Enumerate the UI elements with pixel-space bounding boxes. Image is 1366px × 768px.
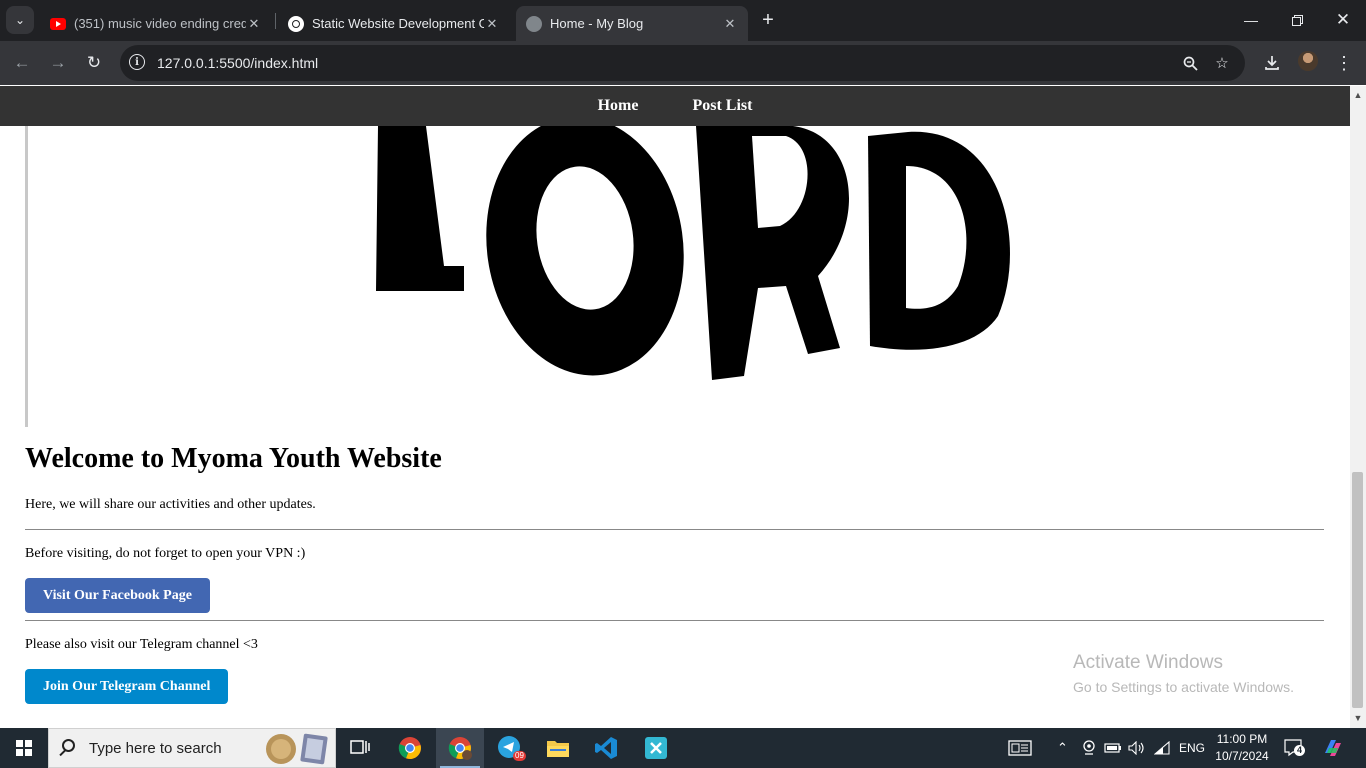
volume-icon — [1128, 741, 1144, 755]
show-hidden-icons-button[interactable]: ⌃ — [1057, 728, 1068, 768]
tray-battery-icon[interactable] — [1104, 728, 1122, 768]
watermark-title: Activate Windows — [1073, 652, 1223, 673]
browser-tab-strip: ⌄ (351) music video ending credit ✕ Stat… — [0, 0, 1366, 41]
tab-my-blog[interactable]: Home - My Blog ✕ — [516, 6, 748, 41]
vpn-note: Before visiting, do not forget to open y… — [25, 546, 306, 561]
back-button[interactable]: ← — [8, 49, 36, 77]
task-view-button[interactable] — [336, 728, 384, 768]
site-info-icon[interactable]: i — [129, 54, 145, 70]
clock-date: 10/7/2024 — [1215, 749, 1269, 763]
divider — [25, 620, 1324, 621]
app-x-icon — [645, 737, 667, 759]
forward-button[interactable]: → — [44, 49, 72, 77]
wifi-icon — [1154, 741, 1170, 755]
tab-title: Static Website Development Gu — [312, 16, 484, 31]
restore-icon — [1291, 14, 1303, 26]
site-navbar: Home Post List — [0, 86, 1350, 126]
globe-icon — [526, 15, 542, 32]
new-tab-button[interactable]: + — [756, 8, 780, 32]
tray-news-icon[interactable] — [1008, 728, 1032, 768]
page-viewport: Home Post List Welcome to Myoma Youth We… — [0, 86, 1350, 728]
restore-button[interactable] — [1274, 0, 1320, 40]
downloads-icon[interactable] — [1259, 50, 1285, 76]
youtube-icon — [50, 17, 66, 30]
language-indicator[interactable]: ENG — [1179, 728, 1205, 768]
search-highlight-icon — [266, 733, 328, 765]
battery-icon — [1104, 743, 1121, 753]
hero-image — [25, 126, 1350, 427]
chrome-profile-icon — [448, 737, 472, 760]
notification-center-button[interactable]: 4 — [1284, 728, 1306, 768]
taskbar-chrome[interactable] — [386, 728, 434, 768]
task-view-icon — [350, 740, 370, 754]
nav-home-link[interactable]: Home — [598, 97, 639, 115]
divider — [25, 529, 1324, 530]
vscode-icon — [595, 737, 617, 759]
taskbar-telegram[interactable]: 09 — [486, 728, 534, 768]
close-icon[interactable]: ✕ — [722, 16, 738, 32]
scroll-up-arrow[interactable]: ▲ — [1350, 88, 1366, 102]
scrollbar-thumb[interactable] — [1352, 472, 1363, 708]
tray-wifi-icon[interactable] — [1154, 728, 1170, 768]
chrome-icon — [398, 737, 421, 760]
tab-chatgpt[interactable]: Static Website Development Gu ✕ — [278, 6, 510, 41]
search-placeholder: Type here to search — [89, 740, 222, 757]
folder-icon — [547, 741, 569, 757]
webcam-icon — [1083, 740, 1095, 755]
taskbar-chrome-profile[interactable] — [436, 728, 484, 768]
close-icon[interactable]: ✕ — [246, 16, 262, 32]
tray-volume-icon[interactable] — [1128, 728, 1146, 768]
close-icon[interactable]: ✕ — [484, 16, 500, 32]
scroll-down-arrow[interactable]: ▼ — [1350, 711, 1366, 725]
tab-divider — [275, 13, 276, 29]
reload-button[interactable]: ↻ — [80, 49, 108, 77]
address-bar[interactable]: i 127.0.0.1:5500/index.html ☆ — [120, 45, 1245, 81]
telegram-badge: 09 — [513, 751, 526, 761]
start-button[interactable] — [0, 728, 48, 768]
news-icon — [1008, 740, 1032, 756]
activate-windows-watermark: Activate Windows Go to Settings to activ… — [1073, 651, 1294, 697]
windows-logo-icon — [16, 740, 32, 756]
system-clock[interactable]: 11:00 PM 10/7/2024 — [1214, 731, 1270, 765]
browser-toolbar: ← → ↻ i 127.0.0.1:5500/index.html ☆ ⋮ — [0, 41, 1366, 85]
taskbar-vscode[interactable] — [582, 728, 630, 768]
facebook-page-button[interactable]: Visit Our Facebook Page — [25, 578, 210, 613]
profile-avatar[interactable] — [1298, 51, 1318, 71]
tab-title: Home - My Blog — [550, 16, 644, 31]
windows-taskbar: Type here to search 09 ⌃ ENG 11:00 PM 10… — [0, 728, 1366, 768]
search-icon — [62, 739, 75, 752]
watermark-subtitle: Go to Settings to activate Windows. — [1073, 679, 1294, 695]
tab-title: (351) music video ending credit — [74, 16, 246, 31]
zoom-icon[interactable] — [1180, 53, 1200, 73]
taskbar-file-explorer[interactable] — [534, 728, 582, 768]
taskbar-app[interactable] — [632, 728, 680, 768]
clock-time: 11:00 PM — [1216, 732, 1268, 746]
tab-youtube[interactable]: (351) music video ending credit ✕ — [40, 6, 272, 41]
page-heading: Welcome to Myoma Youth Website — [25, 443, 442, 474]
notification-count: 4 — [1294, 745, 1306, 756]
tab-search-button[interactable]: ⌄ — [6, 6, 34, 34]
chatgpt-icon — [288, 15, 304, 32]
taskbar-search-box[interactable]: Type here to search — [48, 728, 336, 768]
minimize-button[interactable]: — — [1228, 0, 1274, 40]
telegram-channel-button[interactable]: Join Our Telegram Channel — [25, 669, 229, 704]
bookmark-star-icon[interactable]: ☆ — [1212, 53, 1232, 73]
copilot-icon — [1325, 740, 1341, 756]
url-text[interactable]: 127.0.0.1:5500/index.html — [157, 55, 318, 71]
copilot-button[interactable] — [1322, 728, 1344, 768]
close-window-button[interactable]: ✕ — [1320, 0, 1366, 40]
nav-post-list-link[interactable]: Post List — [692, 97, 752, 115]
intro-text: Here, we will share our activities and o… — [25, 497, 316, 512]
menu-kebab-icon[interactable]: ⋮ — [1331, 50, 1357, 76]
tray-meet-icon[interactable] — [1082, 728, 1096, 768]
